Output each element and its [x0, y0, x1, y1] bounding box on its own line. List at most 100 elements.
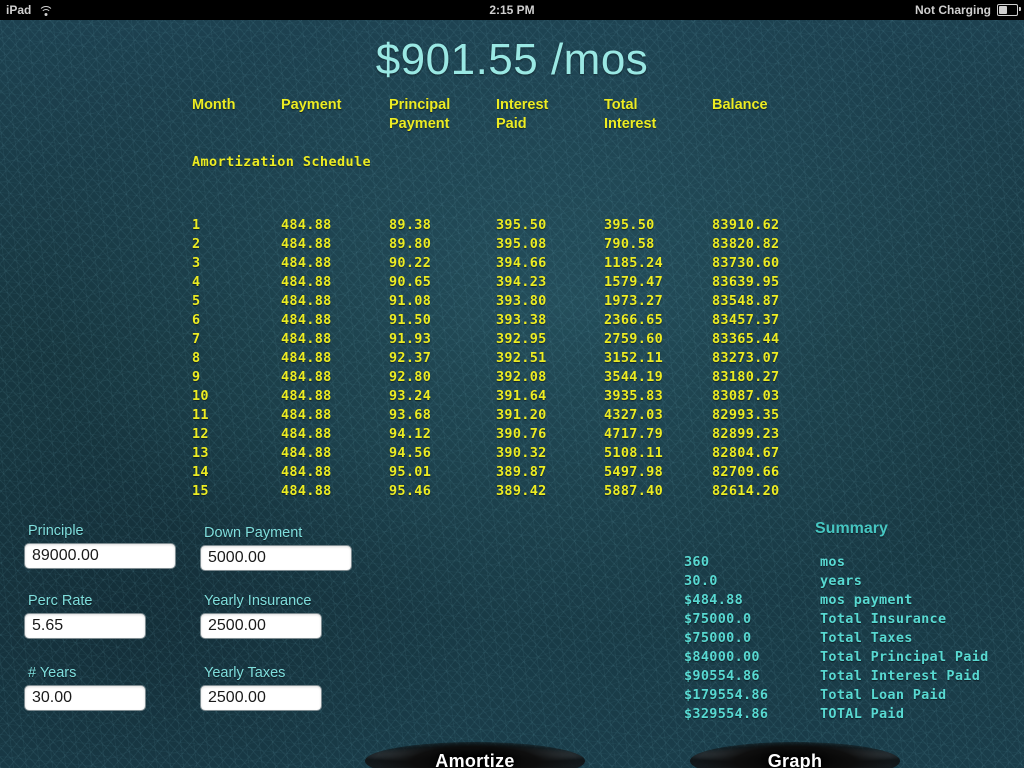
cell-total-interest: 5497.98 — [604, 464, 663, 480]
summary-value: $179554.86 — [684, 687, 769, 703]
summary-label: Total Insurance — [820, 611, 947, 627]
cell-payment: 484.88 — [281, 445, 332, 461]
cell-interest: 390.76 — [496, 426, 547, 442]
down-payment-input[interactable] — [200, 545, 352, 571]
summary-value: $75000.0 — [684, 611, 752, 627]
cell-interest: 394.66 — [496, 255, 547, 271]
table-row: 7 484.88 91.93 392.95 2759.60 83365.44 — [0, 330, 1024, 349]
cell-payment: 484.88 — [281, 236, 332, 252]
amortization-schedule-panel[interactable]: Month Payment Principal Payment Interest… — [0, 96, 1024, 498]
cell-total-interest: 3935.83 — [604, 388, 663, 404]
cell-interest: 395.50 — [496, 217, 547, 233]
cell-interest: 392.51 — [496, 350, 547, 366]
principle-input[interactable] — [24, 543, 176, 569]
column-header-balance: Balance — [712, 97, 768, 113]
cell-principal: 92.80 — [389, 369, 432, 385]
cell-principal: 95.01 — [389, 464, 432, 480]
summary-value: $484.88 — [684, 592, 743, 608]
status-bar-right: Not Charging — [915, 0, 1021, 20]
cell-total-interest: 3544.19 — [604, 369, 663, 385]
principle-label: Principle — [28, 523, 84, 539]
cell-balance: 82899.23 — [712, 426, 780, 442]
summary-row: $329554.86 TOTAL Paid — [672, 705, 1024, 724]
summary-value: $90554.86 — [684, 668, 760, 684]
summary-row: 360 mos — [672, 553, 1024, 572]
table-row: 1 484.88 89.38 395.50 395.50 83910.62 — [0, 216, 1024, 235]
summary-rows: 360 mos 30.0 years $484.88 mos payment $75000.… — [672, 553, 1024, 724]
cell-interest: 395.08 — [496, 236, 547, 252]
cell-payment: 484.88 — [281, 350, 332, 366]
perc-rate-input[interactable] — [24, 613, 146, 639]
cell-total-interest: 2759.60 — [604, 331, 663, 347]
cell-month: 11 — [192, 407, 209, 423]
yearly-taxes-label: Yearly Taxes — [204, 665, 286, 681]
cell-principal: 91.93 — [389, 331, 432, 347]
table-row: 15 484.88 95.46 389.42 5887.40 82614.20 — [0, 482, 1024, 498]
graph-button[interactable]: Graph — [690, 742, 900, 768]
summary-row: $75000.0 Total Taxes — [672, 629, 1024, 648]
cell-principal: 92.37 — [389, 350, 432, 366]
app-background: $901.55 /mos Month Payment Principal Pay… — [0, 20, 1024, 768]
cell-month: 13 — [192, 445, 209, 461]
amortize-button[interactable]: Amortize — [365, 742, 585, 768]
cell-month: 12 — [192, 426, 209, 442]
summary-title: Summary — [815, 520, 888, 537]
summary-row: 30.0 years — [672, 572, 1024, 591]
cell-balance: 82709.66 — [712, 464, 780, 480]
cell-month: 14 — [192, 464, 209, 480]
cell-payment: 484.88 — [281, 483, 332, 498]
cell-month: 10 — [192, 388, 209, 404]
summary-label: TOTAL Paid — [820, 706, 905, 722]
cell-payment: 484.88 — [281, 255, 332, 271]
cell-interest: 393.80 — [496, 293, 547, 309]
cell-total-interest: 5887.40 — [604, 483, 663, 498]
summary-label: Total Interest Paid — [820, 668, 981, 684]
cell-payment: 484.88 — [281, 426, 332, 442]
cell-interest: 394.23 — [496, 274, 547, 290]
cell-payment: 484.88 — [281, 369, 332, 385]
cell-interest: 389.87 — [496, 464, 547, 480]
status-bar-clock: 2:15 PM — [489, 3, 535, 17]
status-bar: iPad 2:15 PM Not Charging — [0, 0, 1024, 20]
cell-interest: 391.20 — [496, 407, 547, 423]
table-row: 4 484.88 90.65 394.23 1579.47 83639.95 — [0, 273, 1024, 292]
cell-payment: 484.88 — [281, 388, 332, 404]
summary-value: $75000.0 — [684, 630, 752, 646]
yearly-taxes-input[interactable] — [200, 685, 322, 711]
cell-principal: 94.56 — [389, 445, 432, 461]
table-row: 9 484.88 92.80 392.08 3544.19 83180.27 — [0, 368, 1024, 387]
monthly-payment-headline: $901.55 /mos — [375, 35, 649, 84]
summary-label: mos payment — [820, 592, 913, 608]
table-row: 14 484.88 95.01 389.87 5497.98 82709.66 — [0, 463, 1024, 482]
cell-balance: 83820.82 — [712, 236, 780, 252]
cell-payment: 484.88 — [281, 312, 332, 328]
column-header-principal-payment: Principal Payment — [389, 97, 451, 132]
summary-row: $179554.86 Total Loan Paid — [672, 686, 1024, 705]
table-row: 5 484.88 91.08 393.80 1973.27 83548.87 — [0, 292, 1024, 311]
cell-payment: 484.88 — [281, 274, 332, 290]
schedule-rows: 1 484.88 89.38 395.50 395.50 83910.62 2 484.88 8… — [0, 216, 1024, 498]
column-header-payment: Payment — [281, 97, 342, 113]
cell-total-interest: 1185.24 — [604, 255, 663, 271]
num-years-label: # Years — [28, 665, 77, 681]
summary-label: Total Taxes — [820, 630, 913, 646]
num-years-input[interactable] — [24, 685, 146, 711]
cell-principal: 90.22 — [389, 255, 432, 271]
column-header-month: Month — [192, 97, 236, 113]
cell-interest: 393.38 — [496, 312, 547, 328]
cell-payment: 484.88 — [281, 331, 332, 347]
cell-principal: 91.08 — [389, 293, 432, 309]
perc-rate-label: Perc Rate — [28, 593, 93, 609]
cell-principal: 93.68 — [389, 407, 432, 423]
table-row: 10 484.88 93.24 391.64 3935.83 83087.03 — [0, 387, 1024, 406]
battery-status-label: Not Charging — [915, 3, 991, 17]
down-payment-label: Down Payment — [204, 525, 303, 541]
summary-label: mos — [820, 554, 846, 570]
cell-balance: 83548.87 — [712, 293, 780, 309]
summary-row: $90554.86 Total Interest Paid — [672, 667, 1024, 686]
cell-payment: 484.88 — [281, 407, 332, 423]
cell-month: 2 — [192, 236, 201, 252]
yearly-insurance-input[interactable] — [200, 613, 322, 639]
cell-month: 6 — [192, 312, 201, 328]
summary-value: 360 — [684, 554, 710, 570]
